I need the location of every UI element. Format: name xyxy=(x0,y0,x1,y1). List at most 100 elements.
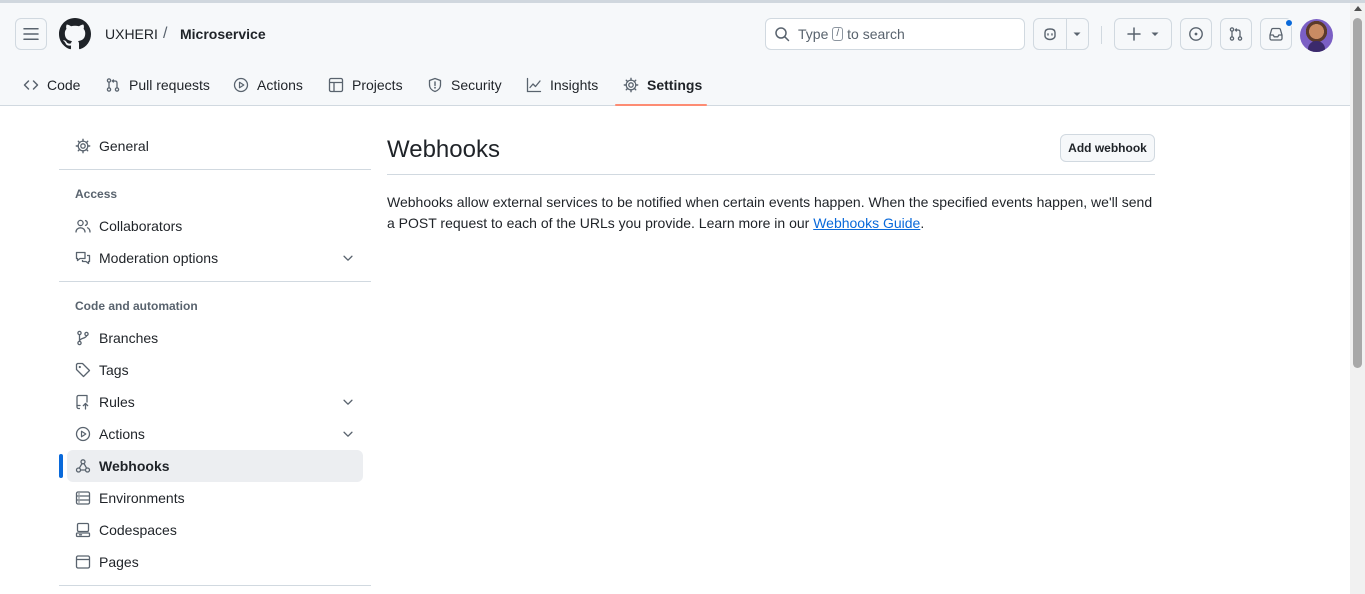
chevron-down-icon xyxy=(343,431,353,437)
sidebar-item-actions[interactable]: Actions xyxy=(67,418,363,450)
webhook-icon xyxy=(75,459,91,473)
tab-label: Actions xyxy=(257,77,303,93)
sidebar-item-label: Actions xyxy=(99,426,145,442)
search-placeholder: Type / to search xyxy=(798,26,905,42)
graph-icon xyxy=(526,77,542,93)
scrollbar-thumb[interactable] xyxy=(1353,18,1362,368)
global-header: UXHERI / Microservice Type / to search C… xyxy=(0,3,1350,106)
sidebar-item-label: Rules xyxy=(99,394,135,410)
tab-settings[interactable]: Settings xyxy=(615,69,710,101)
git-pull-request-icon xyxy=(1229,27,1243,41)
create-new-button[interactable] xyxy=(1114,18,1172,50)
sidebar-item-general[interactable]: General xyxy=(67,130,363,162)
issues-button[interactable] xyxy=(1180,18,1212,50)
sidebar-heading-code-automation: Code and automation xyxy=(75,299,198,313)
tab-security[interactable]: Security xyxy=(419,69,510,101)
copilot-button[interactable] xyxy=(1034,26,1066,42)
sidebar-item-rules[interactable]: Rules xyxy=(67,386,363,418)
repo-push-icon xyxy=(76,394,89,410)
plus-icon xyxy=(1127,27,1141,41)
selected-tab-indicator xyxy=(615,104,707,106)
search-input[interactable]: Type / to search xyxy=(765,18,1025,50)
sidebar-item-label: Pages xyxy=(99,554,139,570)
tab-label: Insights xyxy=(550,77,599,93)
menu-button[interactable] xyxy=(15,18,47,50)
shield-icon xyxy=(428,77,442,93)
issue-opened-icon xyxy=(1189,27,1203,41)
sidebar-item-webhooks[interactable]: Webhooks xyxy=(67,450,363,482)
people-icon xyxy=(75,219,91,233)
tab-pull-requests[interactable]: Pull requests xyxy=(97,69,218,101)
inbox-icon xyxy=(1269,27,1283,41)
gear-icon xyxy=(75,138,91,154)
breadcrumb-separator: / xyxy=(163,25,168,42)
tag-icon xyxy=(75,362,91,378)
sidebar-item-environments[interactable]: Environments xyxy=(67,482,363,514)
breadcrumb-owner[interactable]: UXHERI xyxy=(105,26,158,42)
play-icon xyxy=(75,426,91,442)
webhooks-description: Webhooks allow external services to be n… xyxy=(387,192,1157,234)
sidebar-item-tags[interactable]: Tags xyxy=(67,354,363,386)
sidebar-item-label: Tags xyxy=(99,362,129,378)
copilot-menu-button[interactable] xyxy=(1067,29,1088,39)
breadcrumb-repo[interactable]: Microservice xyxy=(180,26,266,42)
sidebar-divider xyxy=(59,585,371,586)
header-separator xyxy=(1101,26,1102,44)
search-prefix: Type xyxy=(798,26,829,42)
copilot-split-button xyxy=(1033,18,1089,50)
sidebar-item-label: Environments xyxy=(99,490,185,506)
triangle-down-icon xyxy=(1151,32,1159,36)
sidebar-item-pages[interactable]: Pages xyxy=(67,546,363,578)
github-logo-icon[interactable] xyxy=(59,18,91,50)
avatar[interactable] xyxy=(1300,19,1333,52)
add-webhook-button[interactable]: Add webhook xyxy=(1060,134,1155,162)
sidebar-item-label: Branches xyxy=(99,330,159,346)
pull-requests-button[interactable] xyxy=(1220,18,1252,50)
sidebar-active-indicator xyxy=(59,454,63,478)
sidebar-item-label: Webhooks xyxy=(99,458,170,474)
tab-code[interactable]: Code xyxy=(15,69,88,101)
description-text: Webhooks allow external services to be n… xyxy=(387,194,1153,231)
sidebar-heading-access: Access xyxy=(75,187,118,201)
sidebar-item-codespaces[interactable]: Codespaces xyxy=(67,514,363,546)
search-suffix: to search xyxy=(847,26,905,42)
gear-icon xyxy=(623,77,639,93)
sidebar-item-moderation-options[interactable]: Moderation options xyxy=(67,242,363,274)
codespaces-icon xyxy=(75,522,91,538)
table-icon xyxy=(328,77,344,93)
notification-indicator xyxy=(1285,19,1293,27)
sidebar-item-label: General xyxy=(99,138,149,154)
search-shortcut-key: / xyxy=(832,27,844,41)
scroll-up-arrow-icon[interactable] xyxy=(1354,6,1362,11)
server-icon xyxy=(75,491,91,505)
triangle-down-icon xyxy=(1073,32,1081,36)
git-branch-icon xyxy=(77,330,89,346)
sidebar-divider xyxy=(59,281,371,282)
sidebar-item-collaborators[interactable]: Collaborators xyxy=(67,210,363,242)
chevron-down-icon xyxy=(343,399,353,405)
search-icon xyxy=(775,27,790,42)
browser-icon xyxy=(75,555,91,569)
page-title: Webhooks xyxy=(387,136,500,163)
git-pull-request-icon xyxy=(106,78,120,92)
tab-label: Projects xyxy=(352,77,403,93)
sidebar-divider xyxy=(59,169,371,170)
copilot-icon xyxy=(1044,28,1056,41)
title-divider xyxy=(387,174,1155,175)
tab-label: Pull requests xyxy=(129,77,210,93)
description-trailing: . xyxy=(920,215,925,231)
tab-label: Settings xyxy=(647,77,703,93)
code-icon xyxy=(23,80,39,90)
tab-actions[interactable]: Actions xyxy=(225,69,311,101)
play-icon xyxy=(233,77,249,93)
sidebar-item-label: Moderation options xyxy=(99,250,219,266)
sidebar-item-branches[interactable]: Branches xyxy=(67,322,363,354)
hamburger-icon xyxy=(23,28,39,40)
tab-projects[interactable]: Projects xyxy=(320,69,411,101)
tab-insights[interactable]: Insights xyxy=(518,69,606,101)
chevron-down-icon xyxy=(343,255,353,261)
tab-label: Code xyxy=(47,77,81,93)
comment-discussion-icon xyxy=(75,251,91,265)
tab-label: Security xyxy=(451,77,502,93)
webhooks-guide-link[interactable]: Webhooks Guide xyxy=(813,215,920,231)
